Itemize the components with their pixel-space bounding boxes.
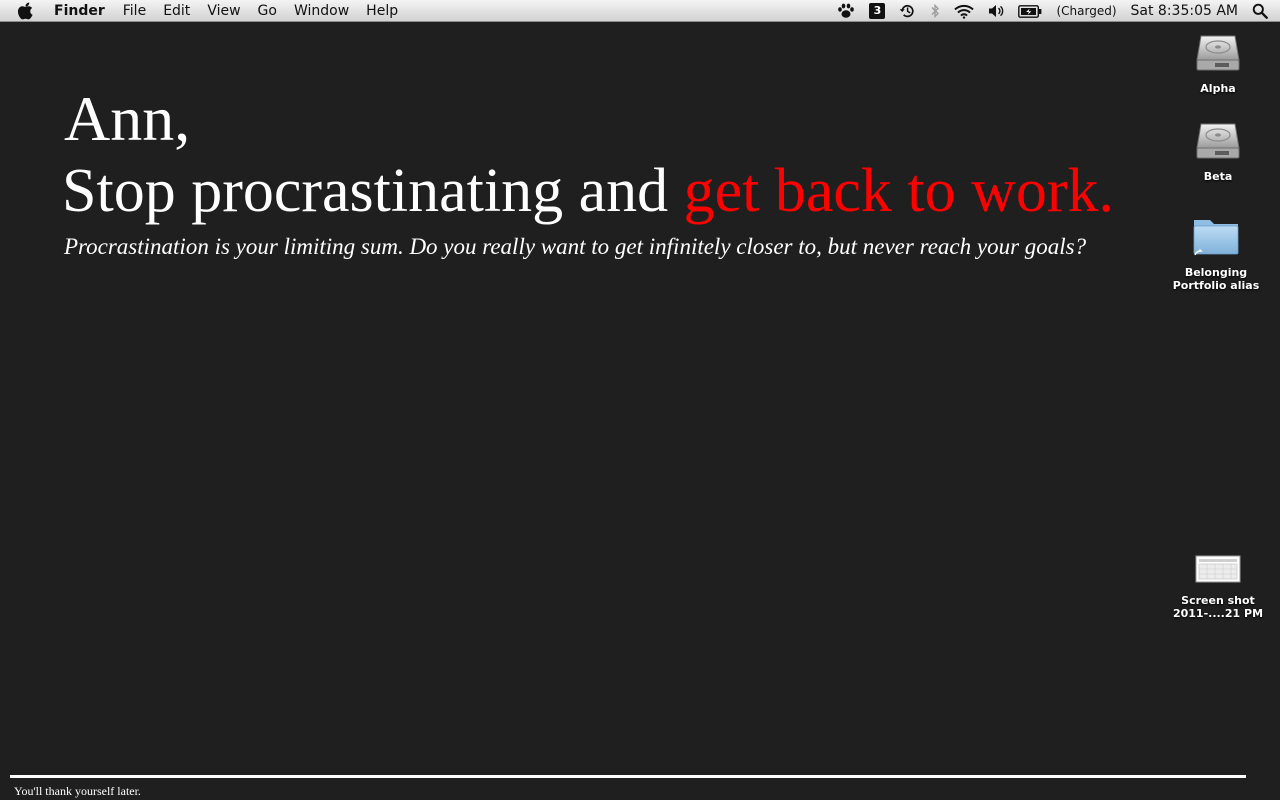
wallpaper-headline: Stop procrastinating and get back to wor… xyxy=(62,155,1114,227)
menu-bar: Finder File Edit View Go Window Help 3 (… xyxy=(0,0,1280,22)
menu-view[interactable]: View xyxy=(207,3,240,19)
desktop-icon-alpha[interactable]: Alpha xyxy=(1168,30,1268,95)
desktop-icon-label-line2: Portfolio alias xyxy=(1172,279,1260,292)
menu-edit[interactable]: Edit xyxy=(163,3,190,19)
menu-clock[interactable]: Sat 8:35:05 AM xyxy=(1131,3,1238,19)
wallpaper-greeting: Ann, xyxy=(64,83,191,154)
paw-icon[interactable] xyxy=(837,3,855,19)
menu-go[interactable]: Go xyxy=(258,3,277,19)
hard-drive-icon xyxy=(1196,123,1240,159)
footer-divider xyxy=(10,775,1246,778)
spotlight-icon[interactable] xyxy=(1252,3,1268,19)
desktop-icon-label-line2: 2011-....21 PM xyxy=(1172,607,1264,620)
bluetooth-icon[interactable] xyxy=(930,3,940,19)
desktop-icon-label-line1: Screen shot xyxy=(1181,594,1255,607)
menu-window[interactable]: Window xyxy=(294,3,349,19)
folder-alias-icon xyxy=(1193,220,1239,256)
apple-menu-icon[interactable] xyxy=(18,1,35,21)
desktop-icon-belonging-portfolio-alias[interactable]: Belonging Portfolio alias xyxy=(1166,214,1266,292)
battery-icon[interactable] xyxy=(1018,4,1042,18)
headline-accent: get back to work. xyxy=(683,157,1115,225)
headline-main: Stop procrastinating and xyxy=(62,157,684,225)
menu-file[interactable]: File xyxy=(123,3,146,19)
calendar-day: 3 xyxy=(869,3,886,19)
menu-bar-extras: 3 (Charged) Sat 8:35:05 AM xyxy=(823,0,1268,22)
battery-status[interactable]: (Charged) xyxy=(1056,4,1116,18)
desktop-icon-label: Alpha xyxy=(1200,82,1236,95)
desktop-icon-label-line1: Belonging xyxy=(1184,266,1248,279)
time-machine-icon[interactable] xyxy=(899,3,916,19)
menu-bar-left: Finder File Edit View Go Window Help xyxy=(18,0,415,22)
calendar-icon[interactable]: 3 xyxy=(869,3,886,19)
wallpaper-footer: You'll thank yourself later. xyxy=(14,784,141,798)
hard-drive-icon xyxy=(1196,35,1240,71)
wifi-icon[interactable] xyxy=(954,4,975,19)
desktop-icon-beta[interactable]: Beta xyxy=(1168,118,1268,183)
screenshot-file-icon xyxy=(1195,555,1241,583)
volume-icon[interactable] xyxy=(988,4,1004,18)
desktop-icon-label: Beta xyxy=(1203,170,1233,183)
wallpaper-subline: Procrastination is your limiting sum. Do… xyxy=(64,234,1087,259)
menu-help[interactable]: Help xyxy=(366,3,398,19)
desktop-icon-screen-shot[interactable]: Screen shot 2011-....21 PM xyxy=(1168,554,1268,620)
menu-app-name[interactable]: Finder xyxy=(54,3,105,19)
